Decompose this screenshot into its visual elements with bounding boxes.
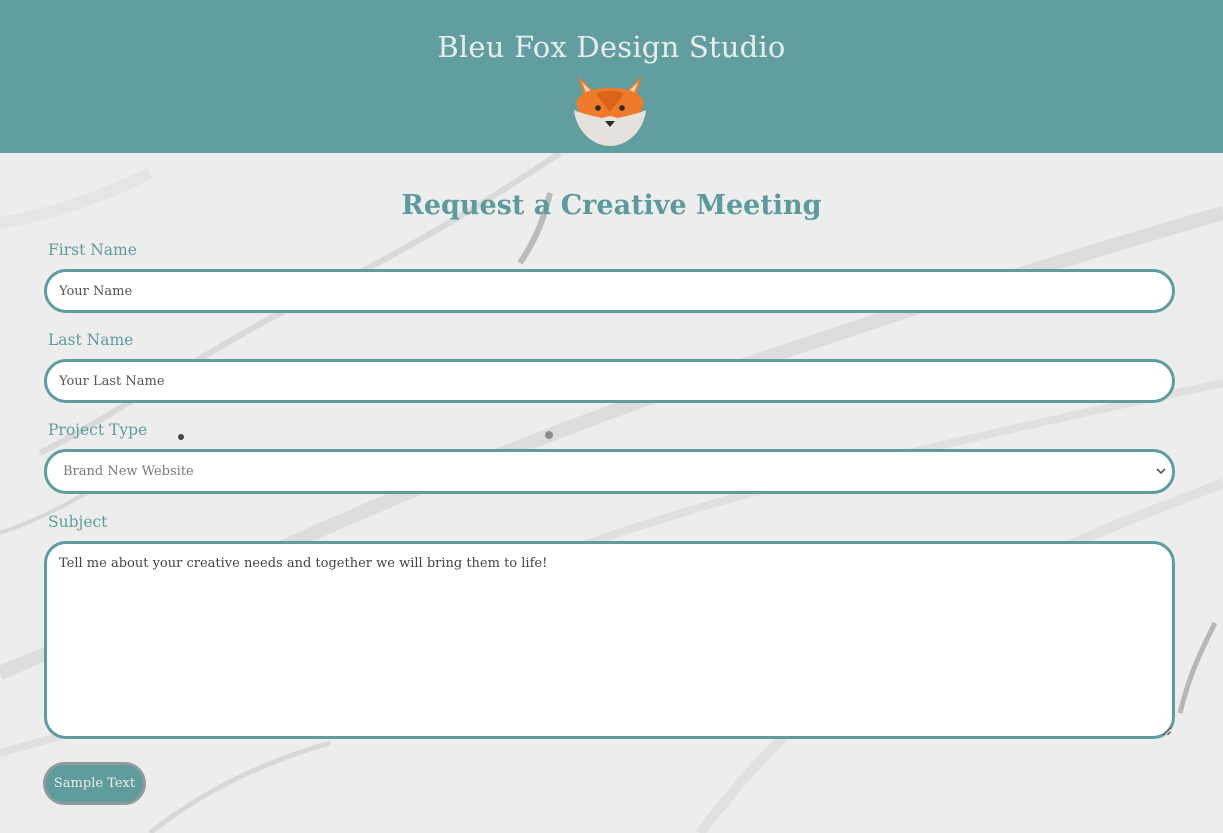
- first-name-input[interactable]: [44, 269, 1175, 313]
- first-name-label: First Name: [48, 241, 137, 259]
- last-name-label: Last Name: [48, 331, 134, 349]
- subject-label: Subject: [48, 513, 108, 531]
- project-type-label: Project Type: [48, 421, 148, 439]
- submit-button[interactable]: Sample Text: [43, 762, 146, 805]
- project-type-select[interactable]: Brand New Website: [44, 449, 1175, 494]
- fox-logo-icon: [574, 76, 646, 146]
- subject-textarea[interactable]: [44, 541, 1175, 739]
- site-title: Bleu Fox Design Studio: [437, 30, 786, 64]
- site-header: Bleu Fox Design Studio: [0, 0, 1223, 153]
- meeting-request-form: Request a Creative Meeting First Name La…: [0, 153, 1223, 833]
- last-name-input[interactable]: [44, 359, 1175, 403]
- form-heading: Request a Creative Meeting: [401, 190, 822, 221]
